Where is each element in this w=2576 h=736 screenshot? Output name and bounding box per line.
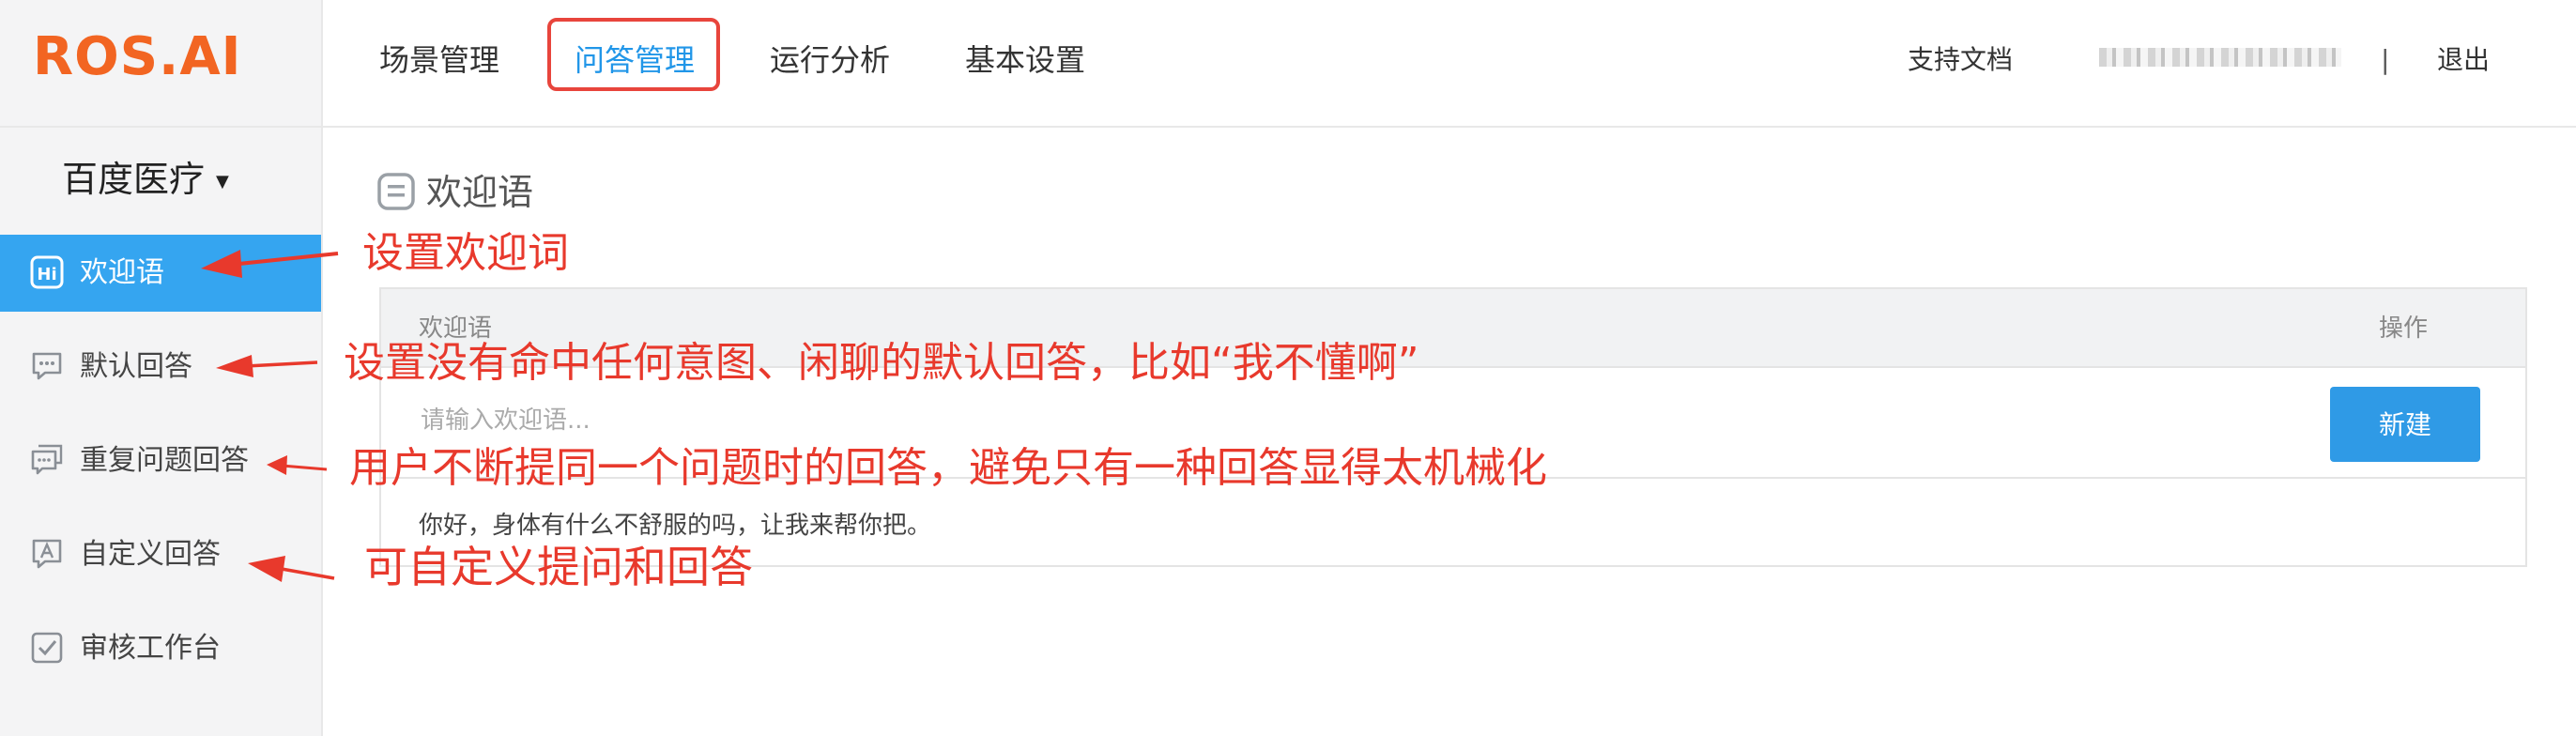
annotation-default-answer: 设置没有命中任何意图、闲聊的默认回答，比如“我不懂啊” [344, 339, 1419, 387]
annotation-custom-answer: 可自定义提问和回答 [364, 542, 753, 592]
annotation-repeat-answer: 用户不断提同一个问题时的回答，避免只有一种回答显得太机械化 [349, 444, 1547, 492]
annotation-welcome: 设置欢迎词 [362, 229, 569, 277]
